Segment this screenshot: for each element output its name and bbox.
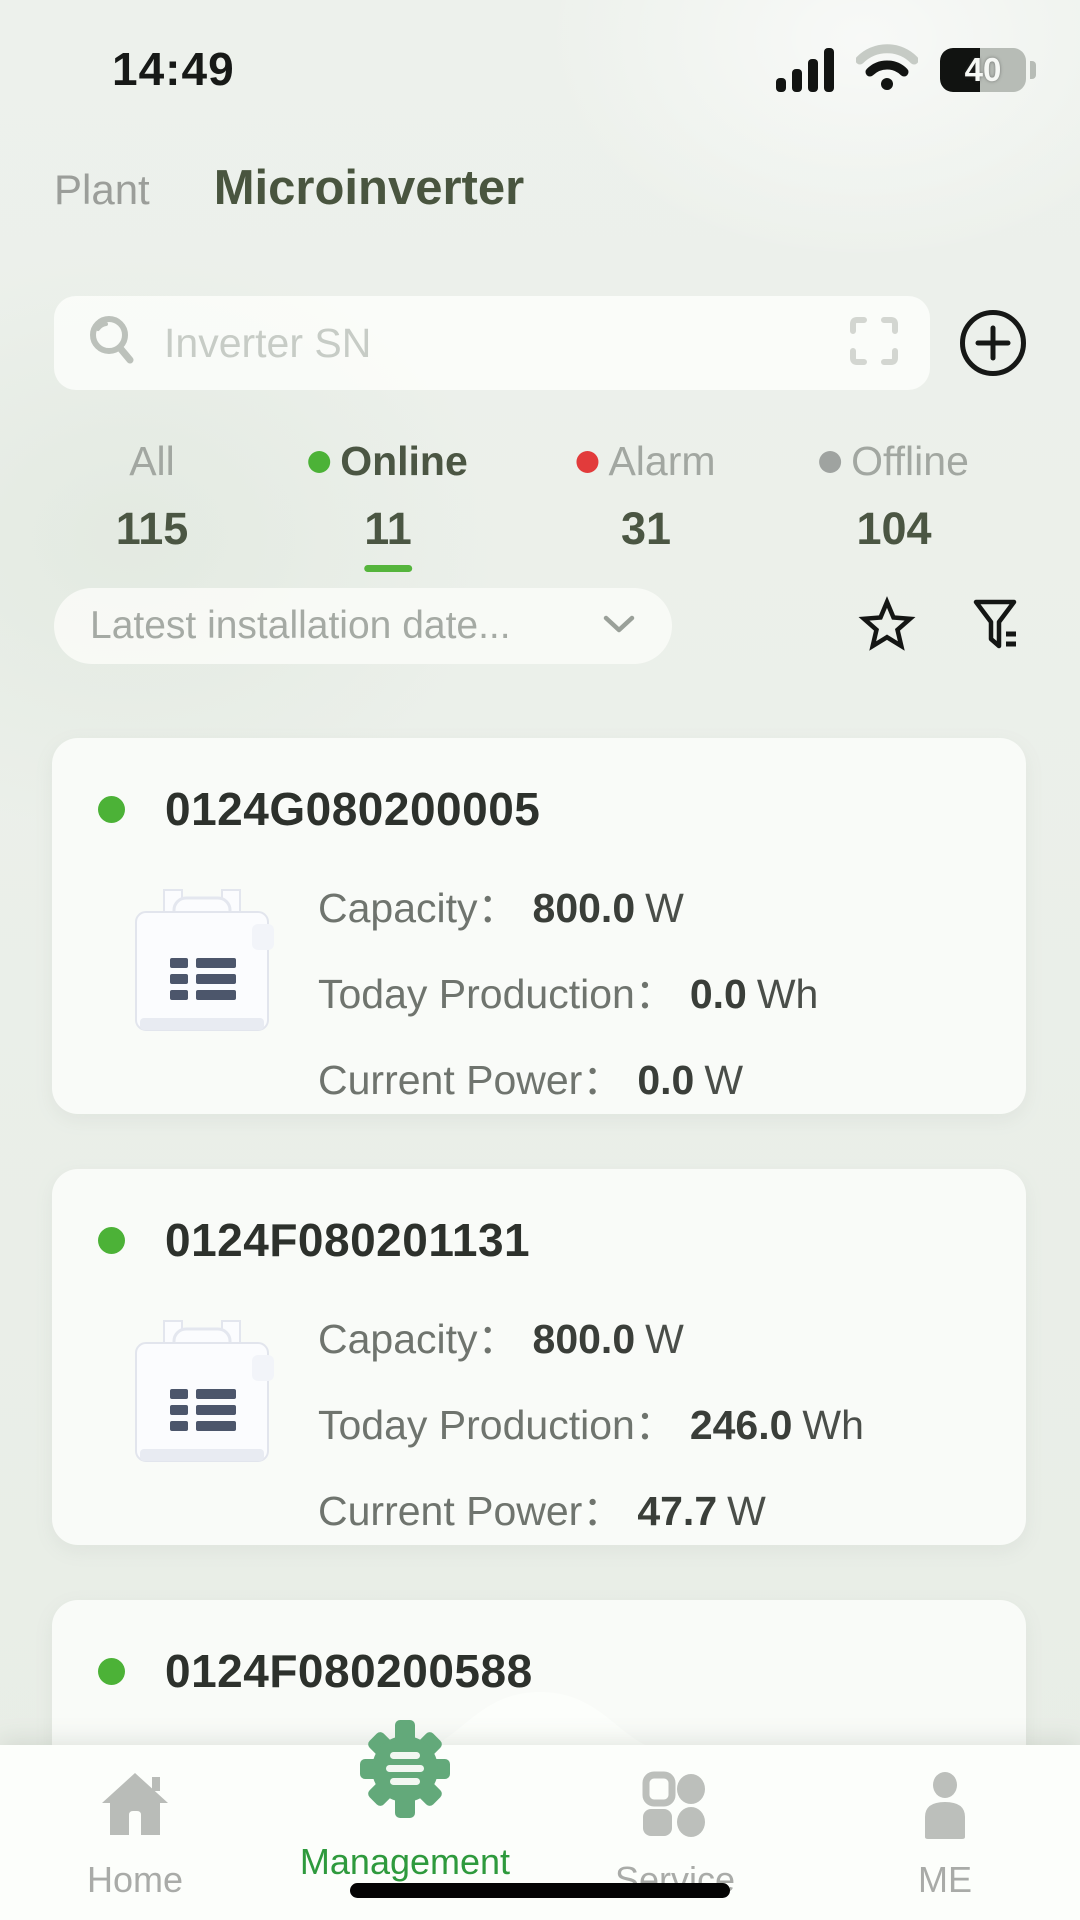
wifi-icon [856,44,918,95]
tab-microinverter[interactable]: Microinverter [214,160,524,216]
microinverter-icon [112,1303,292,1483]
status-bar: 14:49 40 [0,36,1080,100]
nav-label: Management [300,1841,510,1883]
favorite-star-icon[interactable] [858,596,916,659]
nav-label: ME [918,1859,972,1901]
battery-icon: 40 [940,48,1026,92]
filter-funnel-icon[interactable] [968,596,1026,659]
me-person-icon [910,1761,980,1847]
capacity-row: Capacity：800.0W [318,1305,864,1365]
current-power-row: Current Power：47.7W [318,1477,864,1537]
filter-tab-online[interactable]: Online 11 [308,438,468,572]
microinverter-icon [112,872,292,1052]
offline-dot-icon [819,451,841,473]
qr-scan-icon[interactable] [848,315,900,372]
nav-label: Home [87,1859,183,1901]
today-production-row: Today Production：0.0Wh [318,960,818,1020]
cellular-signal-icon [776,48,834,92]
status-filter-tabs: All 115 Online 11 Alarm 31 Offline 104 [0,438,1080,578]
filter-count-offline: 104 [819,503,969,555]
battery-nub [1030,61,1036,79]
filter-count-online: 11 [308,503,468,555]
clock-time: 14:49 [112,42,235,96]
current-power-row: Current Power：0.0W [318,1046,818,1106]
alarm-dot-icon [576,451,598,473]
home-indicator-handle[interactable] [350,1883,730,1898]
microinverter-list-screen: 14:49 40 Plant Microinverter [0,0,1080,1920]
nav-item-me[interactable]: ME [810,1745,1080,1920]
nav-item-home[interactable]: Home [0,1745,270,1920]
home-icon [98,1761,172,1847]
service-grid-icon [640,1761,710,1847]
device-card[interactable]: 0124G080200005 [52,738,1026,1114]
online-dot-icon [308,451,330,473]
search-icon [84,312,142,375]
search-placeholder: Inverter SN [164,320,848,367]
page-header: Plant Microinverter [54,160,524,216]
device-serial-number: 0124G080200005 [165,782,540,836]
filter-count-all: 115 [116,503,189,555]
device-card[interactable]: 0124F080201131 [52,1169,1026,1545]
sort-selected-value: Latest installation date... [90,604,511,648]
search-input[interactable]: Inverter SN [54,296,930,390]
battery-percent: 40 [940,48,1026,92]
sort-dropdown[interactable]: Latest installation date... [54,588,672,664]
device-serial-number: 0124F080201131 [165,1213,530,1267]
filter-tab-alarm[interactable]: Alarm 31 [576,438,715,555]
add-device-button[interactable] [960,310,1026,376]
filter-tab-all[interactable]: All 115 [116,438,189,555]
plus-icon [975,325,1011,361]
tab-plant[interactable]: Plant [54,166,150,214]
capacity-row: Capacity：800.0W [318,874,818,934]
online-status-dot [98,1227,125,1254]
online-status-dot [98,796,125,823]
active-tab-underline [364,565,412,572]
chevron-down-icon [602,613,636,640]
filter-count-alarm: 31 [576,503,715,555]
today-production-row: Today Production：246.0Wh [318,1391,864,1451]
management-gear-icon [350,1709,460,1829]
filter-tab-offline[interactable]: Offline 104 [819,438,969,555]
online-status-dot [98,1658,125,1685]
